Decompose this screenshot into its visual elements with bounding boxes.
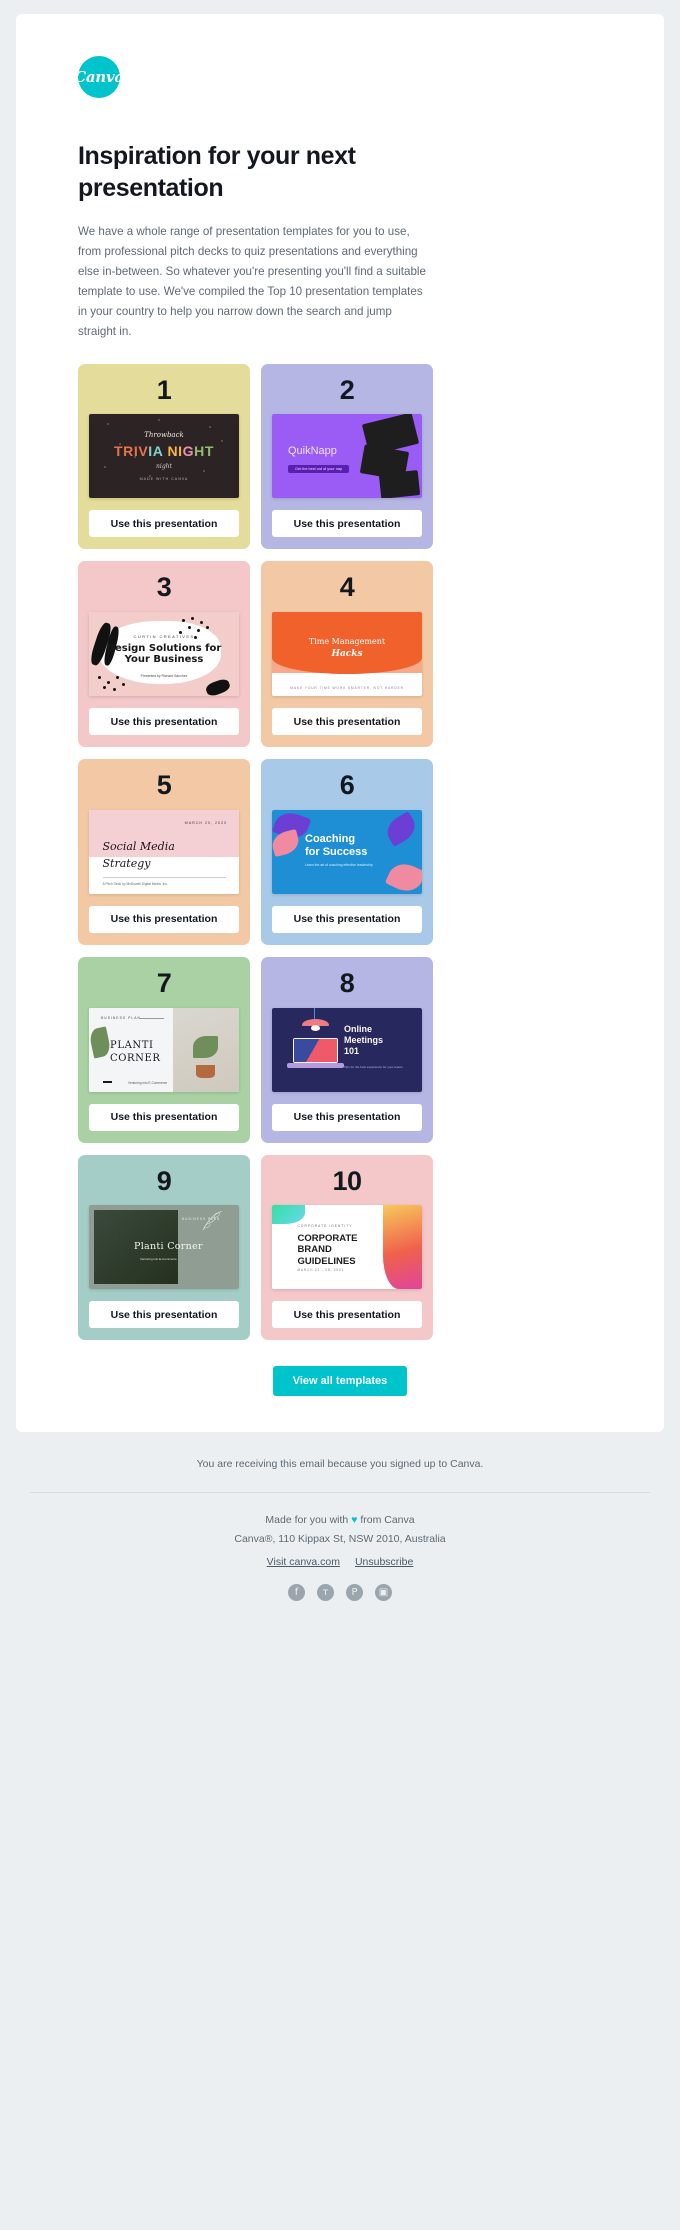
social-links: f ᴛ P ▣ (0, 1584, 680, 1602)
template-thumbnail[interactable]: CORPORATE IDENTITY CORPORATE BRAND GUIDELIN… (272, 1205, 422, 1290)
template-rank-number: 9 (156, 1165, 172, 1196)
use-this-presentation-button[interactable]: Use this presentation (272, 510, 422, 538)
view-all-templates-button[interactable]: View all templates (272, 1366, 408, 1397)
made-prefix: Made for you with (265, 1514, 352, 1527)
template-thumbnail[interactable]: Coaching for Success Learn the art of coac… (272, 809, 422, 894)
template-rank-number: 8 (339, 967, 355, 998)
use-this-presentation-button[interactable]: Use this presentation (89, 708, 239, 736)
template-card[interactable]: 3 CURTIN CREATIVES Design Solutions for You… (78, 561, 250, 748)
template-card[interactable]: 4 Time Management Hacks MAKE YOUR TIME WORK… (261, 561, 433, 748)
twitter-icon[interactable]: ᴛ (317, 1584, 334, 1602)
template-card[interactable]: 5 MARCH 20, 2020 Social Media Strategy A Pit… (78, 759, 250, 945)
template-thumbnail[interactable]: MARCH 20, 2020 Social Media Strategy A Pitc… (89, 809, 239, 894)
company-address: Canva®, 110 Kippax St, NSW 2010, Austral… (234, 1532, 446, 1545)
sprig-icon (202, 1211, 222, 1231)
footer: Made for you with ♥ from Canva Canva®, 1… (0, 1493, 680, 1602)
visit-canva-link[interactable]: Visit canva.com (267, 1556, 340, 1568)
use-this-presentation-button[interactable]: Use this presentation (89, 1301, 239, 1329)
use-this-presentation-button[interactable]: Use this presentation (272, 1301, 422, 1329)
footer-links: Visit canva.com Unsubscribe (0, 1556, 680, 1568)
canva-logo[interactable]: Canva (74, 56, 124, 98)
instagram-icon[interactable]: ▣ (375, 1584, 392, 1602)
template-rank-number: 4 (339, 572, 355, 603)
logo-container: Canva (46, 40, 634, 98)
template-thumbnail[interactable]: Online Meetings 101 Tips for the best exper… (272, 1007, 422, 1092)
canva-logo-text: Canva (74, 68, 124, 86)
template-thumbnail[interactable]: QuikNapp Get the best out of your nap (272, 414, 422, 499)
view-all-container: View all templates (46, 1366, 634, 1397)
email-body-card: Canva Inspiration for your next presenta… (16, 14, 664, 1433)
template-rank-number: 5 (156, 770, 172, 801)
use-this-presentation-button[interactable]: Use this presentation (272, 1103, 422, 1131)
template-card[interactable]: 10 CORPORATE IDENTITY CORPORATE BRAND GUIDEL… (261, 1154, 433, 1341)
template-thumbnail[interactable]: BUSINESS PLAN Planti Corner Venturing into… (89, 1205, 239, 1290)
email-page: Canva Inspiration for your next presenta… (0, 14, 680, 2230)
template-thumbnail[interactable]: CURTIN CREATIVES Design Solutions for Your… (89, 612, 239, 697)
template-card[interactable]: 8 Online Meetings 101 Tips for the best expe… (261, 956, 433, 1143)
template-card[interactable]: 2 QuikNapp Get the best out of your nap Use… (261, 363, 433, 550)
template-card[interactable]: 9 BUSINESS PLAN Planti Corner Venturing int… (78, 1154, 250, 1341)
template-rank-number: 3 (156, 572, 172, 603)
template-rank-number: 2 (339, 374, 355, 405)
template-card[interactable]: 6 Coaching for Success Learn the art of coa… (261, 759, 433, 945)
use-this-presentation-button[interactable]: Use this presentation (272, 905, 422, 933)
facebook-icon[interactable]: f (288, 1584, 305, 1602)
template-thumbnail[interactable]: Time Management Hacks MAKE YOUR TIME WORK … (272, 612, 422, 697)
template-thumbnail[interactable]: Throwback TRIVIA NIGHT night MADE WITH CANV… (89, 414, 239, 499)
page-title: Inspiration for your next presentation (78, 142, 356, 202)
template-rank-number: 1 (156, 374, 172, 405)
signup-notice: You are receiving this email because you… (196, 1458, 484, 1471)
use-this-presentation-button[interactable]: Use this presentation (272, 708, 422, 736)
template-card[interactable]: 1 Throwback TRIVIA NIGHT night MADE WITH CAN… (78, 363, 250, 550)
made-for-you-line: Made for you with ♥ from Canva (0, 1511, 680, 1529)
pinterest-icon[interactable]: P (346, 1584, 363, 1602)
made-suffix: from Canva (357, 1514, 415, 1527)
use-this-presentation-button[interactable]: Use this presentation (89, 1103, 239, 1131)
template-card[interactable]: 7 BUSINESS PLAN PLANTI CORNER Venturing into… (78, 956, 250, 1143)
use-this-presentation-button[interactable]: Use this presentation (89, 905, 239, 933)
intro-paragraph: We have a whole range of presentation te… (78, 225, 426, 338)
unsubscribe-link[interactable]: Unsubscribe (355, 1556, 413, 1568)
template-rank-number: 6 (339, 770, 355, 801)
template-rank-number: 7 (156, 967, 172, 998)
template-grid: 1 Throwback TRIVIA NIGHT night MADE WITH CAN… (78, 363, 434, 1341)
template-rank-number: 10 (332, 1165, 362, 1196)
template-thumbnail[interactable]: BUSINESS PLAN PLANTI CORNER Venturing into … (89, 1007, 239, 1092)
use-this-presentation-button[interactable]: Use this presentation (89, 510, 239, 538)
